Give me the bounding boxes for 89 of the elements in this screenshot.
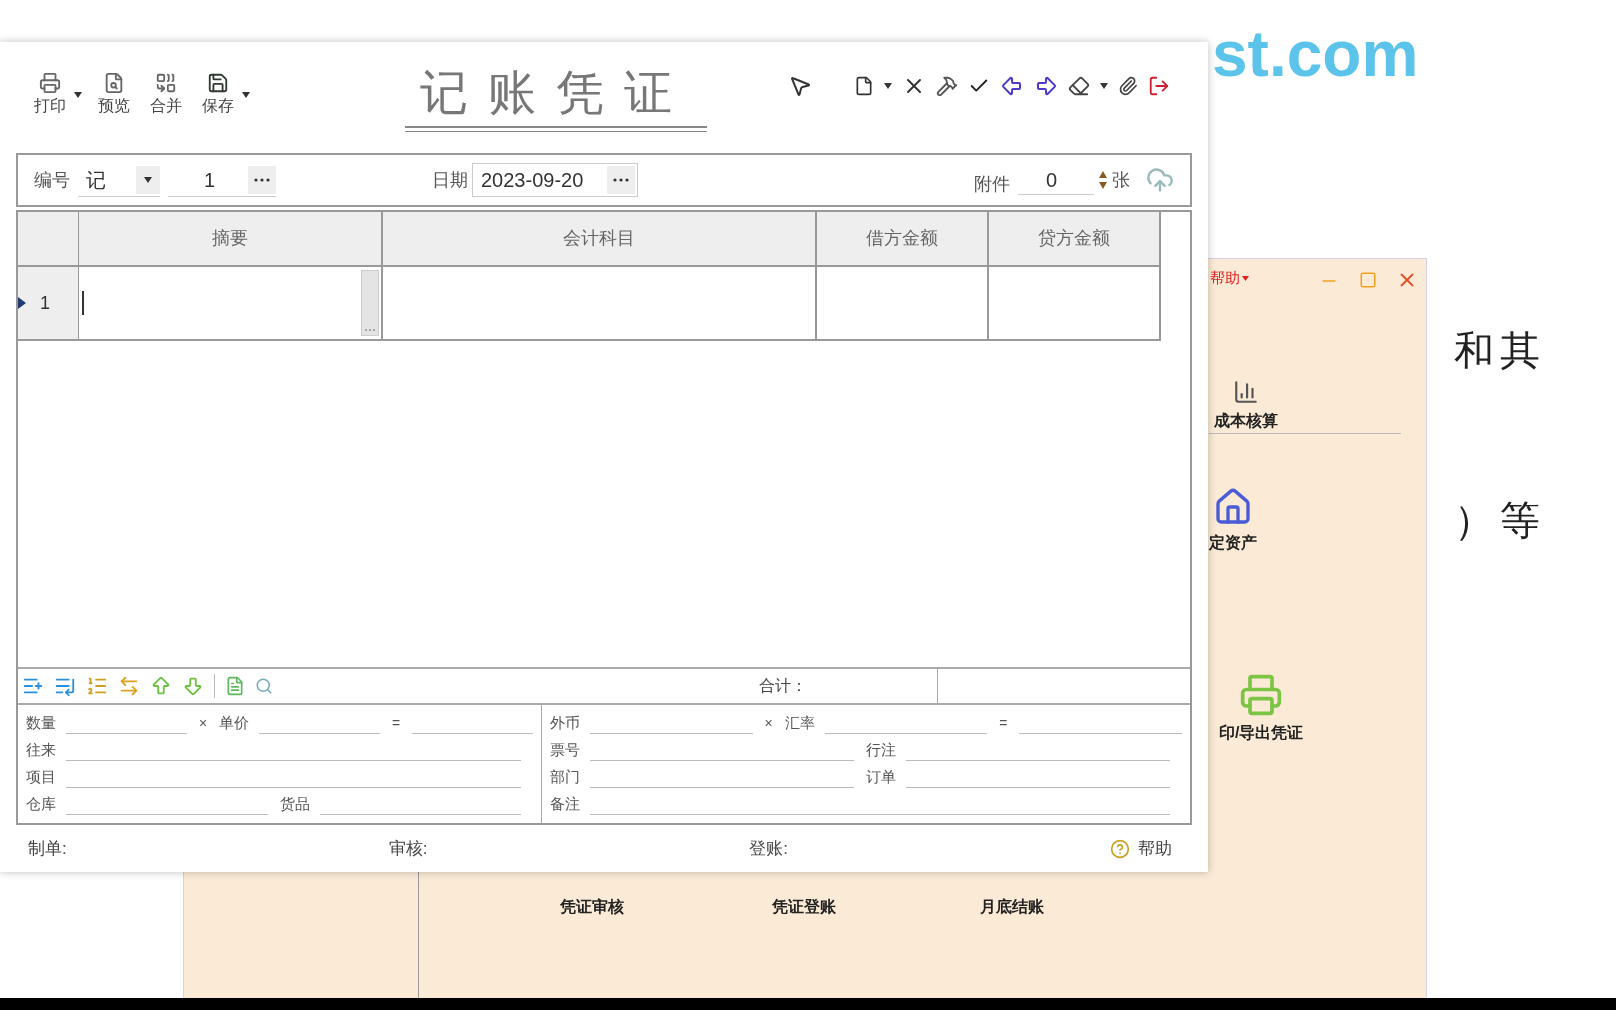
date-field[interactable]: 2023-09-20 (472, 163, 638, 197)
merge-icon (155, 72, 177, 94)
help-icon (1110, 838, 1130, 859)
search-icon[interactable] (255, 677, 273, 695)
module-label[interactable]: 印/导出凭证 (1219, 721, 1304, 745)
previous-icon[interactable] (1000, 74, 1024, 98)
module-label[interactable]: 凭证登账 (772, 895, 836, 919)
total-label: 合计： (759, 676, 807, 696)
site-name: st.com (1212, 22, 1419, 86)
swap-icon[interactable] (118, 675, 140, 697)
field-label: 项目 (26, 766, 57, 787)
column-header: 会计科目 (383, 212, 817, 267)
exit-icon[interactable] (1148, 75, 1170, 97)
toolbar-button[interactable]: 预览 (94, 72, 134, 118)
document-text: 和其 (1454, 330, 1546, 370)
field-label: 票号 (550, 739, 581, 760)
eraser-icon[interactable] (1068, 75, 1090, 97)
next-icon[interactable] (1034, 74, 1058, 98)
list-icon[interactable] (86, 675, 108, 697)
pointer-icon[interactable] (788, 74, 812, 98)
caret-icon (1242, 275, 1249, 281)
table-cell[interactable] (989, 267, 1161, 341)
field-label: 单价 (219, 712, 251, 733)
printer-icon (1239, 673, 1284, 717)
help-button[interactable]: 帮助 (1110, 835, 1180, 862)
module-label[interactable]: 成本核算 (1214, 409, 1278, 433)
house-icon (1213, 487, 1253, 527)
field-label: 仓库 (26, 793, 57, 814)
table-cell[interactable] (79, 267, 383, 341)
menu-item[interactable]: 帮助 (1210, 267, 1249, 290)
note-icon[interactable] (225, 676, 245, 696)
preview-icon (103, 72, 125, 94)
signature-label: 审核: (388, 837, 429, 860)
number-label: 编号 (34, 168, 70, 192)
row-number[interactable]: 1 (18, 267, 79, 341)
move-down-icon[interactable] (182, 675, 204, 697)
caret-icon[interactable] (74, 92, 82, 98)
current-row-icon (18, 297, 26, 309)
caret-icon[interactable] (884, 83, 892, 89)
column-header: 借方金额 (817, 212, 989, 267)
signature-label: 制单: (28, 837, 68, 860)
tools-icon[interactable] (936, 75, 958, 97)
field-label: 货品 (279, 793, 311, 814)
field-label: 汇率 (784, 712, 816, 733)
field-label: 订单 (866, 766, 897, 787)
attachments-label: 附件 (974, 172, 1010, 196)
module-label[interactable]: 月底结账 (980, 895, 1044, 919)
more-icon (254, 177, 270, 182)
document-text: ）等 (1454, 500, 1546, 540)
printer-icon (39, 72, 61, 94)
caret-icon[interactable] (144, 176, 152, 183)
paperclip-icon[interactable] (1118, 76, 1138, 96)
table-cell[interactable] (383, 267, 817, 341)
field-label: 部门 (550, 766, 581, 787)
field-label: 外币 (550, 712, 581, 733)
caret-icon[interactable] (1100, 83, 1108, 89)
field-label: 备注 (550, 793, 581, 814)
toolbar-button[interactable]: 合并 (146, 72, 186, 118)
date-label: 日期 (432, 168, 468, 192)
table-cell[interactable] (817, 267, 989, 341)
toolbar-button[interactable]: 保存 (198, 72, 238, 118)
move-up-icon[interactable] (150, 675, 172, 697)
operator-sign: = (391, 714, 401, 733)
toolbar-button[interactable]: 打印 (30, 72, 70, 118)
maximize-icon[interactable] (1359, 271, 1377, 289)
attachments-unit: 张 (1112, 168, 1130, 192)
text-cursor (82, 291, 84, 315)
cell-button[interactable] (361, 270, 379, 336)
caret-icon[interactable] (242, 92, 250, 98)
more-icon (613, 178, 629, 182)
column-header: 贷方金额 (989, 212, 1161, 267)
operator-sign: × (198, 714, 208, 733)
module-label[interactable]: 凭证审核 (560, 895, 624, 919)
field-label: 行注 (866, 739, 897, 760)
new-document-icon[interactable] (854, 76, 874, 96)
column-header: 摘要 (79, 212, 383, 267)
signature-label: 登账: (749, 837, 790, 860)
voucher-type-dropdown[interactable]: 记 (78, 163, 160, 197)
module-label[interactable]: 定资产 (1209, 531, 1257, 555)
bar-chart-icon (1233, 379, 1259, 405)
field-label: 往来 (26, 739, 57, 760)
operator-sign: × (764, 714, 773, 733)
voucher-number-field[interactable]: 1 (168, 163, 276, 197)
cloud-upload-icon[interactable] (1146, 166, 1174, 194)
voucher-title: 记账凭证 (420, 63, 692, 122)
field-label: 数量 (26, 712, 57, 733)
attachments-field[interactable]: 0 (1018, 165, 1094, 195)
spinner-icon[interactable] (1098, 170, 1108, 190)
operator-sign: = (999, 714, 1008, 733)
